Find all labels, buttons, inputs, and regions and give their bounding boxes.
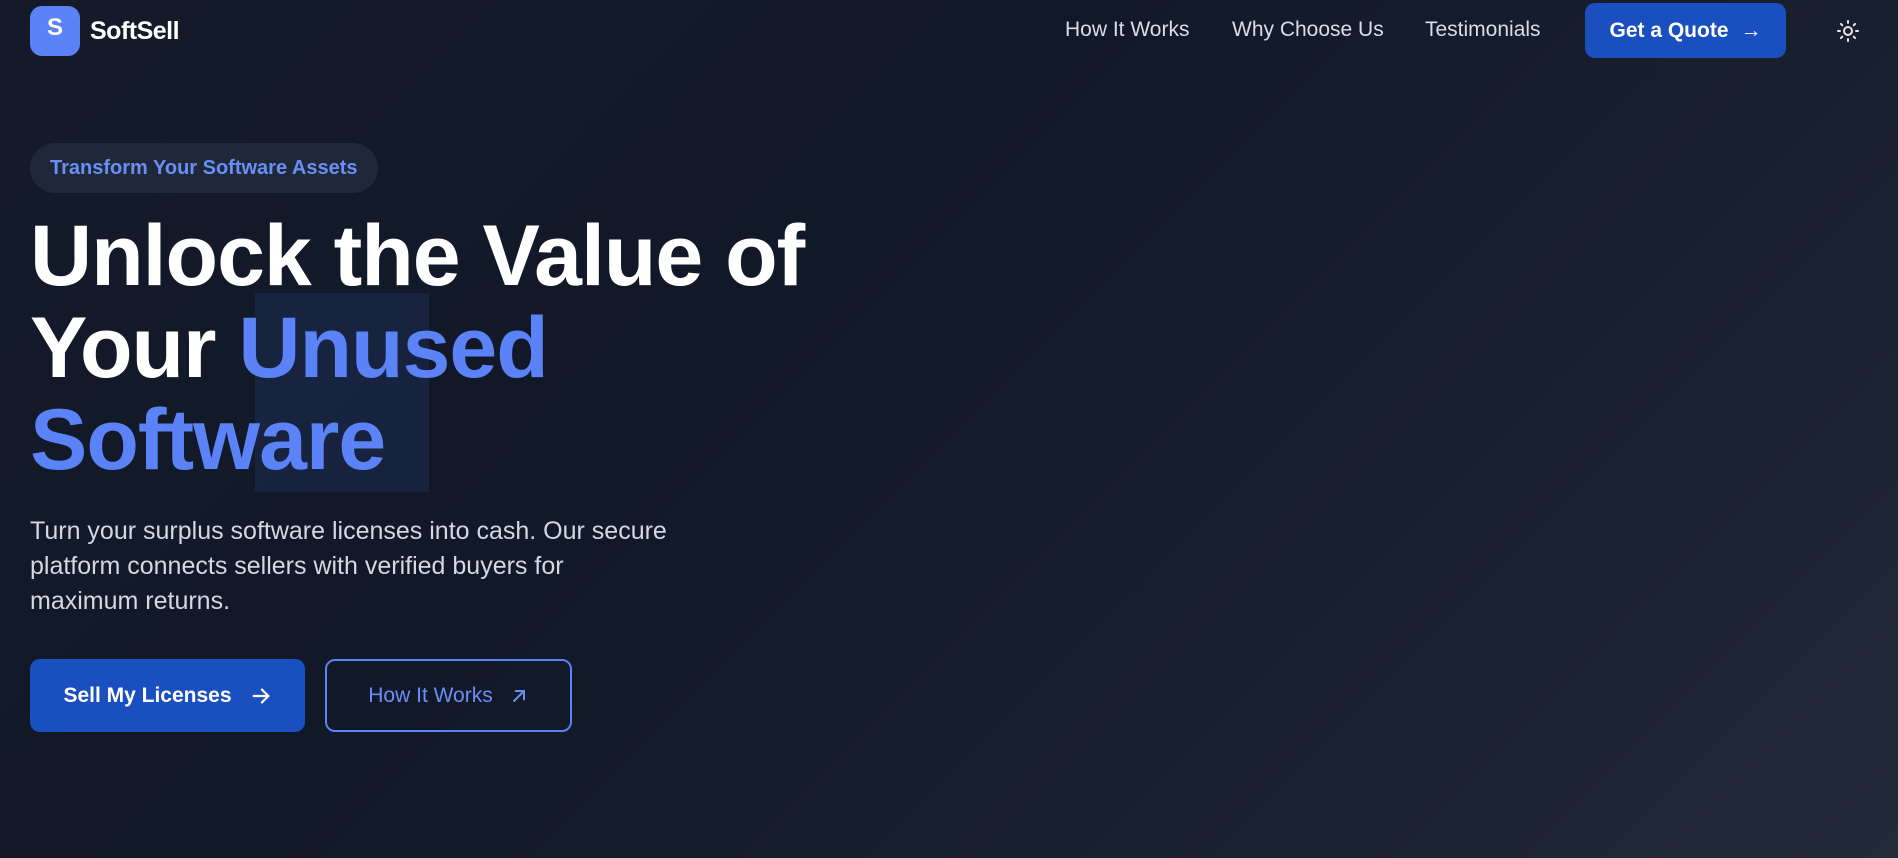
- logo-mark: S: [30, 6, 80, 56]
- headline-line-2-plain: Your: [30, 300, 239, 396]
- how-it-works-label: How It Works: [368, 683, 493, 707]
- hero-subtext: Turn your surplus software licenses into…: [30, 517, 667, 615]
- how-it-works-button[interactable]: How It Works: [325, 659, 572, 732]
- top-navbar: S SoftSell How It Works Why Choose Us Te…: [0, 0, 1898, 62]
- nav-link-why-choose-us[interactable]: Why Choose Us: [1232, 18, 1384, 42]
- get-quote-label: Get a Quote: [1609, 18, 1729, 42]
- nav-link-testimonials[interactable]: Testimonials: [1425, 18, 1541, 42]
- headline-line-2-accent: Unused: [238, 300, 548, 396]
- nav-link-how-it-works[interactable]: How It Works: [1065, 18, 1189, 42]
- headline-line-3-accent: Software: [30, 392, 386, 488]
- headline-line-1: Unlock the Value of: [30, 208, 805, 304]
- hero-badge: Transform Your Software Assets: [30, 143, 378, 193]
- arrow-right-icon: [252, 687, 269, 704]
- hero-headline: Unlock the Value of Your Unused Software: [30, 210, 930, 486]
- arrow-right-icon: →: [1740, 18, 1762, 42]
- sun-icon: [1837, 20, 1859, 42]
- sell-my-licenses-button[interactable]: Sell My Licenses: [30, 659, 305, 732]
- brand-logo[interactable]: S SoftSell: [30, 6, 180, 56]
- brand-name: SoftSell: [90, 16, 180, 45]
- arrow-up-right-icon: [512, 689, 525, 702]
- get-quote-button[interactable]: Get a Quote →: [1585, 3, 1786, 58]
- theme-toggle-button[interactable]: [1832, 17, 1864, 45]
- sell-my-licenses-label: Sell My Licenses: [63, 683, 232, 707]
